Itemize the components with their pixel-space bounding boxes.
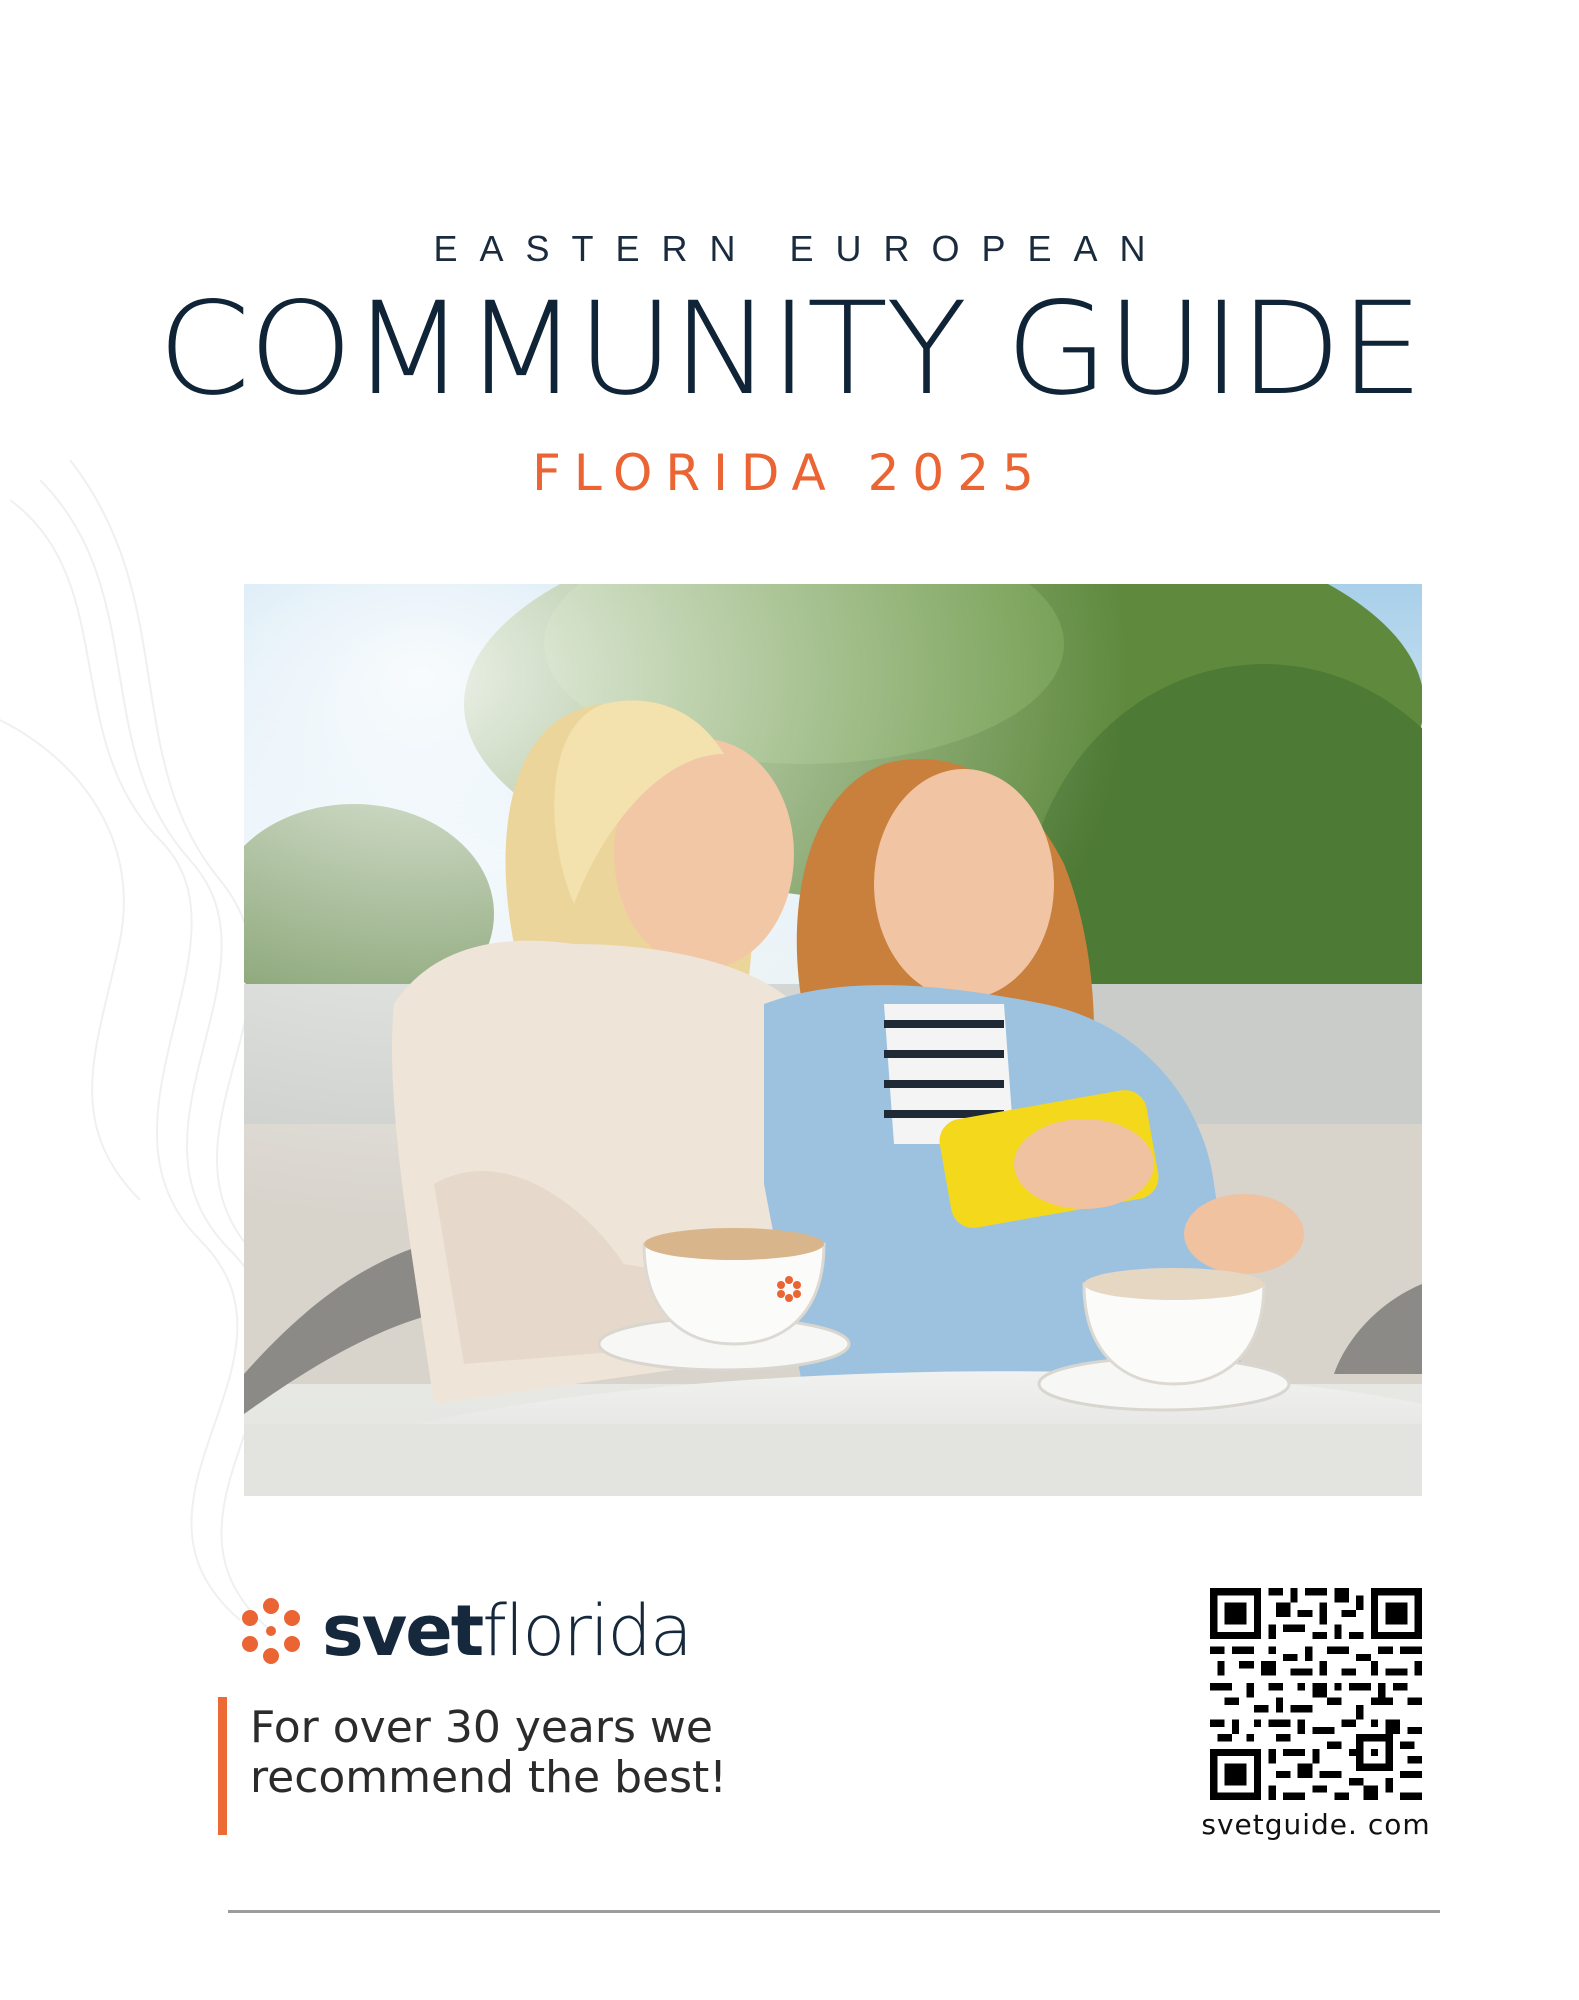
brand-name-light: florida <box>482 1590 692 1672</box>
tagline-accent-bar <box>218 1697 227 1835</box>
cover-kicker: EASTERN EUROPEAN <box>433 228 1168 269</box>
cafe-scene-illustration <box>244 584 1422 1496</box>
tagline-line-1: For over 30 years we <box>250 1702 713 1753</box>
svetflorida-logo: svetflorida <box>236 1596 816 1666</box>
bottom-divider <box>228 1910 1440 1913</box>
tagline: For over 30 years we recommend the best! <box>250 1703 870 1803</box>
qr-code[interactable] <box>1210 1588 1422 1800</box>
brand-name: svetflorida <box>322 1596 693 1666</box>
tagline-line-2: recommend the best! <box>250 1752 727 1803</box>
qr-caption-url[interactable]: svetguide. com <box>1196 1808 1436 1841</box>
cover-subtitle: FLORIDA 2025 <box>532 444 1047 502</box>
cover-title: COMMUNITY GUIDE <box>157 275 1424 424</box>
brand-name-bold: svet <box>322 1590 484 1672</box>
flower-dots-icon <box>242 1598 300 1664</box>
cover-photo <box>244 584 1422 1496</box>
